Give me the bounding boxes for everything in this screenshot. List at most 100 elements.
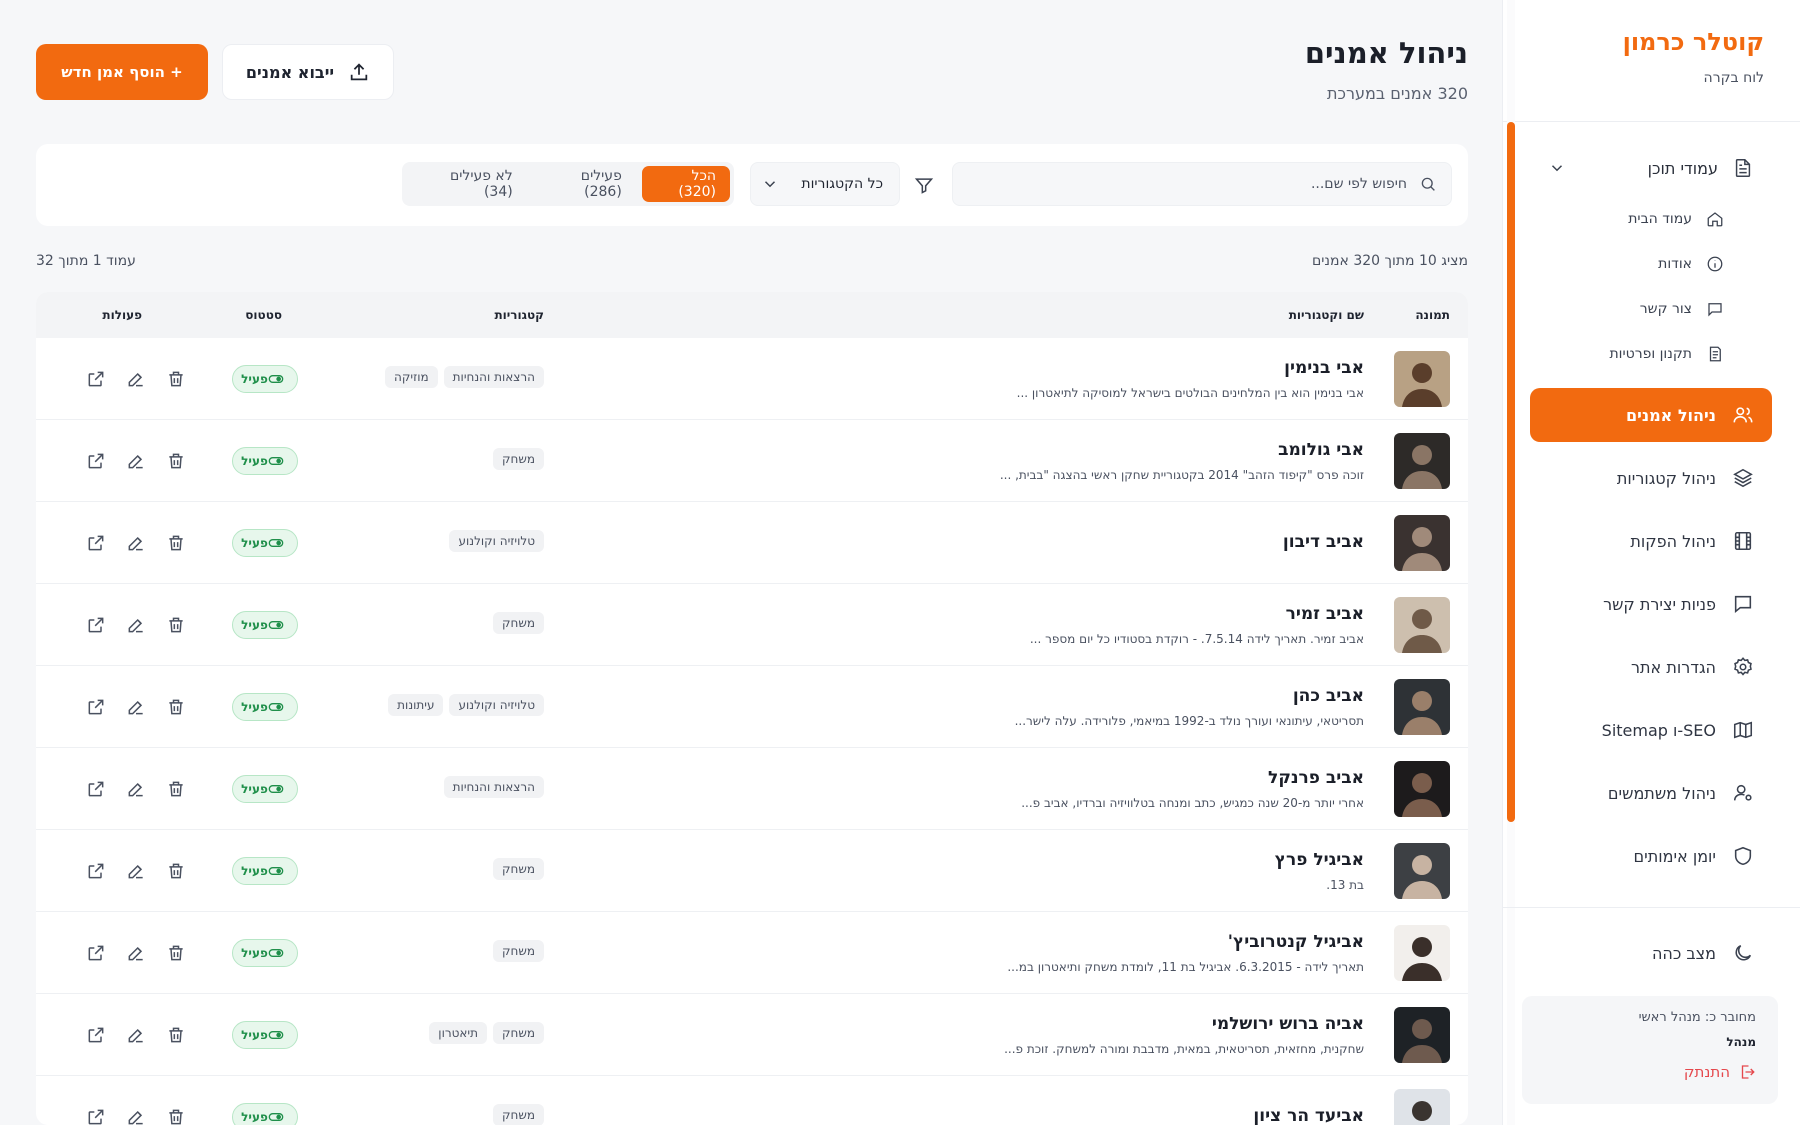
artist-name[interactable]: אביב כהן [1293, 686, 1364, 706]
sidebar-item-verification-log[interactable]: יומן אימותים [1530, 829, 1772, 883]
external-link-icon[interactable] [86, 861, 106, 881]
status-badge[interactable]: פעיל [232, 529, 298, 557]
tab-inactive[interactable]: לא פעילים (34) [412, 166, 527, 202]
film-icon [1732, 530, 1754, 552]
artist-photo [1394, 843, 1450, 899]
tab-active[interactable]: פעילים (286) [533, 166, 636, 202]
artist-name[interactable]: אביגיל פרץ [1275, 850, 1364, 870]
user-role: מנהל [1726, 1035, 1756, 1049]
external-link-icon[interactable] [86, 779, 106, 799]
sidebar-subitem-home[interactable]: עמוד הבית [1530, 196, 1772, 241]
trash-icon[interactable] [166, 533, 186, 553]
search-box[interactable] [952, 162, 1452, 206]
sidebar-subitem-contact[interactable]: צור קשר [1530, 286, 1772, 331]
external-link-icon[interactable] [86, 451, 106, 471]
row-actions [66, 861, 186, 881]
page-subtitle: 320 אמנים במערכת [1326, 84, 1468, 103]
status-badge[interactable]: פעיל [232, 693, 298, 721]
artist-name[interactable]: אביגיל קנטרוביץ' [1228, 932, 1364, 952]
sidebar-scrollbar-thumb[interactable] [1507, 122, 1515, 822]
status-badge[interactable]: פעיל [232, 365, 298, 393]
artist-name[interactable]: אבי גולומב [1278, 440, 1364, 460]
trash-icon[interactable] [166, 861, 186, 881]
trash-icon[interactable] [166, 697, 186, 717]
sidebar-item-users[interactable]: ניהול משתמשים [1530, 766, 1772, 820]
search-input[interactable] [953, 163, 1407, 205]
edit-icon[interactable] [126, 1025, 146, 1045]
main-content: ניהול אמנים 320 אמנים במערכת + הוסף אמן … [0, 0, 1502, 1125]
brand-logo[interactable]: קוטלר כרמון [1527, 28, 1764, 56]
edit-icon[interactable] [126, 369, 146, 389]
category-tag: תיאטרון [429, 1022, 487, 1044]
trash-icon[interactable] [166, 943, 186, 963]
edit-icon[interactable] [126, 779, 146, 799]
dark-mode-toggle[interactable]: מצב כהה [1544, 925, 1754, 981]
artist-name[interactable]: אביה ברוש ירושלמי [1212, 1014, 1364, 1034]
sidebar-subitem-terms[interactable]: תקנון ופרטיות [1530, 331, 1772, 376]
row-actions [66, 451, 186, 471]
logout-button[interactable]: התנתק [1522, 1063, 1756, 1081]
trash-icon[interactable] [166, 451, 186, 471]
sidebar-item-label: ניהול הפקות [1630, 531, 1716, 551]
sidebar-item-productions[interactable]: ניהול הפקות [1530, 514, 1772, 568]
logout-label: התנתק [1683, 1063, 1730, 1081]
edit-icon[interactable] [126, 615, 146, 635]
category-select[interactable]: כל הקטגוריות [750, 162, 900, 206]
status-badge[interactable]: פעיל [232, 447, 298, 475]
trash-icon[interactable] [166, 369, 186, 389]
sidebar-subitem-about[interactable]: אודות [1530, 241, 1772, 286]
artist-name[interactable]: אביעד הר ציון [1253, 1106, 1364, 1125]
artist-name[interactable]: אבי בנימין [1284, 358, 1364, 378]
edit-icon[interactable] [126, 1107, 146, 1125]
external-link-icon[interactable] [86, 1107, 106, 1125]
status-badge[interactable]: פעיל [232, 939, 298, 967]
row-actions [66, 1025, 186, 1045]
trash-icon[interactable] [166, 779, 186, 799]
trash-icon[interactable] [166, 615, 186, 635]
status-label: פעיל [241, 536, 268, 550]
toggle-icon [268, 781, 284, 797]
status-badge[interactable]: פעיל [232, 611, 298, 639]
sidebar-item-site-settings[interactable]: הגדרות אתר [1530, 640, 1772, 694]
artist-name[interactable]: אביב פרנקל [1268, 768, 1364, 788]
external-link-icon[interactable] [86, 369, 106, 389]
toggle-icon [268, 699, 284, 715]
trash-icon[interactable] [166, 1025, 186, 1045]
edit-icon[interactable] [126, 451, 146, 471]
artist-photo [1394, 433, 1450, 489]
table-header: תמונה שם וקטגוריות קטגוריות סטטוס פעולות [36, 292, 1468, 338]
dark-mode-label: מצב כהה [1651, 943, 1716, 963]
trash-icon[interactable] [166, 1107, 186, 1125]
artist-description: אביב זמיר. תאריך לידה 7.5.14. - רוקדת בס… [1029, 632, 1364, 646]
external-link-icon[interactable] [86, 533, 106, 553]
external-link-icon[interactable] [86, 615, 106, 635]
artist-description: תאריך לידה - 6.3.2015. אביגיל בת 11, לומ… [1007, 960, 1364, 974]
artist-name[interactable]: אביב דיבון [1283, 532, 1364, 552]
sidebar-item-label: ניהול אמנים [1625, 405, 1716, 425]
sidebar-item-seo[interactable]: SEO-ו Sitemap [1530, 703, 1772, 757]
add-artist-button[interactable]: + הוסף אמן חדש [36, 44, 208, 100]
external-link-icon[interactable] [86, 697, 106, 717]
sidebar-item-artists[interactable]: ניהול אמנים [1530, 388, 1772, 442]
status-badge[interactable]: פעיל [232, 1103, 298, 1125]
edit-icon[interactable] [126, 533, 146, 553]
artist-name[interactable]: אביב זמיר [1286, 604, 1364, 624]
artist-photo [1394, 761, 1450, 817]
status-badge[interactable]: פעיל [232, 1021, 298, 1049]
sidebar-item-content-pages[interactable]: עמודי תוכן [1530, 140, 1772, 196]
edit-icon[interactable] [126, 861, 146, 881]
status-badge[interactable]: פעיל [232, 857, 298, 885]
edit-icon[interactable] [126, 943, 146, 963]
external-link-icon[interactable] [86, 1025, 106, 1045]
sidebar-item-inquiries[interactable]: פניות יצירת קשר [1530, 577, 1772, 631]
import-artists-button[interactable]: ייבוא אמנים [222, 44, 394, 100]
category-tag: משחק [492, 858, 544, 880]
status-badge[interactable]: פעיל [232, 775, 298, 803]
edit-icon[interactable] [126, 697, 146, 717]
tab-all[interactable]: הכל (320) [641, 166, 730, 202]
sidebar-item-label: עמודי תוכן [1647, 158, 1718, 178]
sidebar-item-categories[interactable]: ניהול קטגוריות [1530, 451, 1772, 505]
external-link-icon[interactable] [86, 943, 106, 963]
row-actions [66, 779, 186, 799]
chevron-down-icon[interactable] [1548, 159, 1566, 177]
